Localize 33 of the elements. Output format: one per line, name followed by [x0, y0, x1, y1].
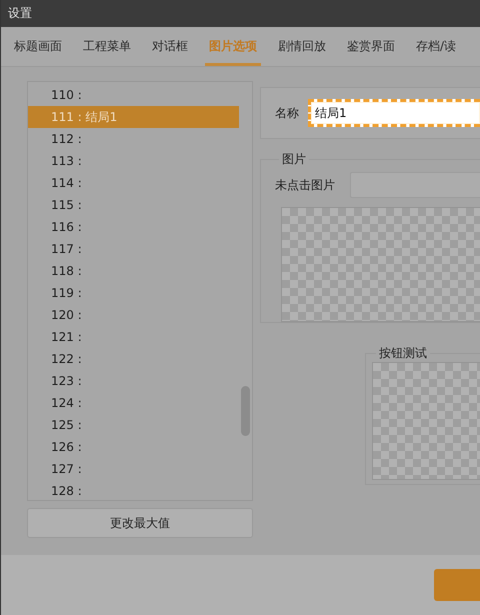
list-item[interactable]: 126 : — [28, 436, 239, 458]
name-label: 名称 — [275, 104, 299, 122]
change-max-button[interactable]: 更改最大值 — [27, 508, 253, 538]
list-item[interactable]: 113 : — [28, 150, 239, 172]
list-item[interactable]: 118 : — [28, 260, 239, 282]
tab[interactable]: 鉴赏界面 — [347, 27, 395, 66]
tab[interactable]: 标题画面 — [14, 27, 62, 66]
tab[interactable]: 工程菜单 — [83, 27, 131, 66]
group-title: 图片 — [281, 151, 307, 168]
list-item[interactable]: 117 : — [28, 238, 239, 260]
group-title: 按钮测试 — [378, 345, 428, 362]
scrollbar-thumb[interactable] — [241, 386, 250, 436]
list-item[interactable]: 116 : — [28, 216, 239, 238]
list-item[interactable]: 128 : — [28, 480, 239, 500]
list-item[interactable]: 115 : — [28, 194, 239, 216]
list-item[interactable]: 121 : — [28, 326, 239, 348]
list-item[interactable]: 122 : — [28, 348, 239, 370]
list-item[interactable]: 119 : — [28, 282, 239, 304]
name-field[interactable]: 结局1 — [308, 99, 480, 127]
window-title: 设置 — [1, 0, 480, 27]
confirm-button[interactable] — [434, 569, 480, 601]
list-item[interactable]: 127 : — [28, 458, 239, 480]
list-item[interactable]: 112 : — [28, 128, 239, 150]
tab[interactable]: 存档/读 — [416, 27, 456, 66]
tab[interactable]: 剧情回放 — [278, 27, 326, 66]
field-label: 未点击图片 — [275, 176, 335, 194]
list-item[interactable]: 125 : — [28, 414, 239, 436]
tab[interactable]: 对话框 — [152, 27, 188, 66]
list-item[interactable]: 114 : — [28, 172, 239, 194]
list-item[interactable]: 120 : — [28, 304, 239, 326]
list-item[interactable]: 123 : — [28, 370, 239, 392]
list-item[interactable]: 110 : — [28, 84, 239, 106]
list-item[interactable]: 124 : — [28, 392, 239, 414]
